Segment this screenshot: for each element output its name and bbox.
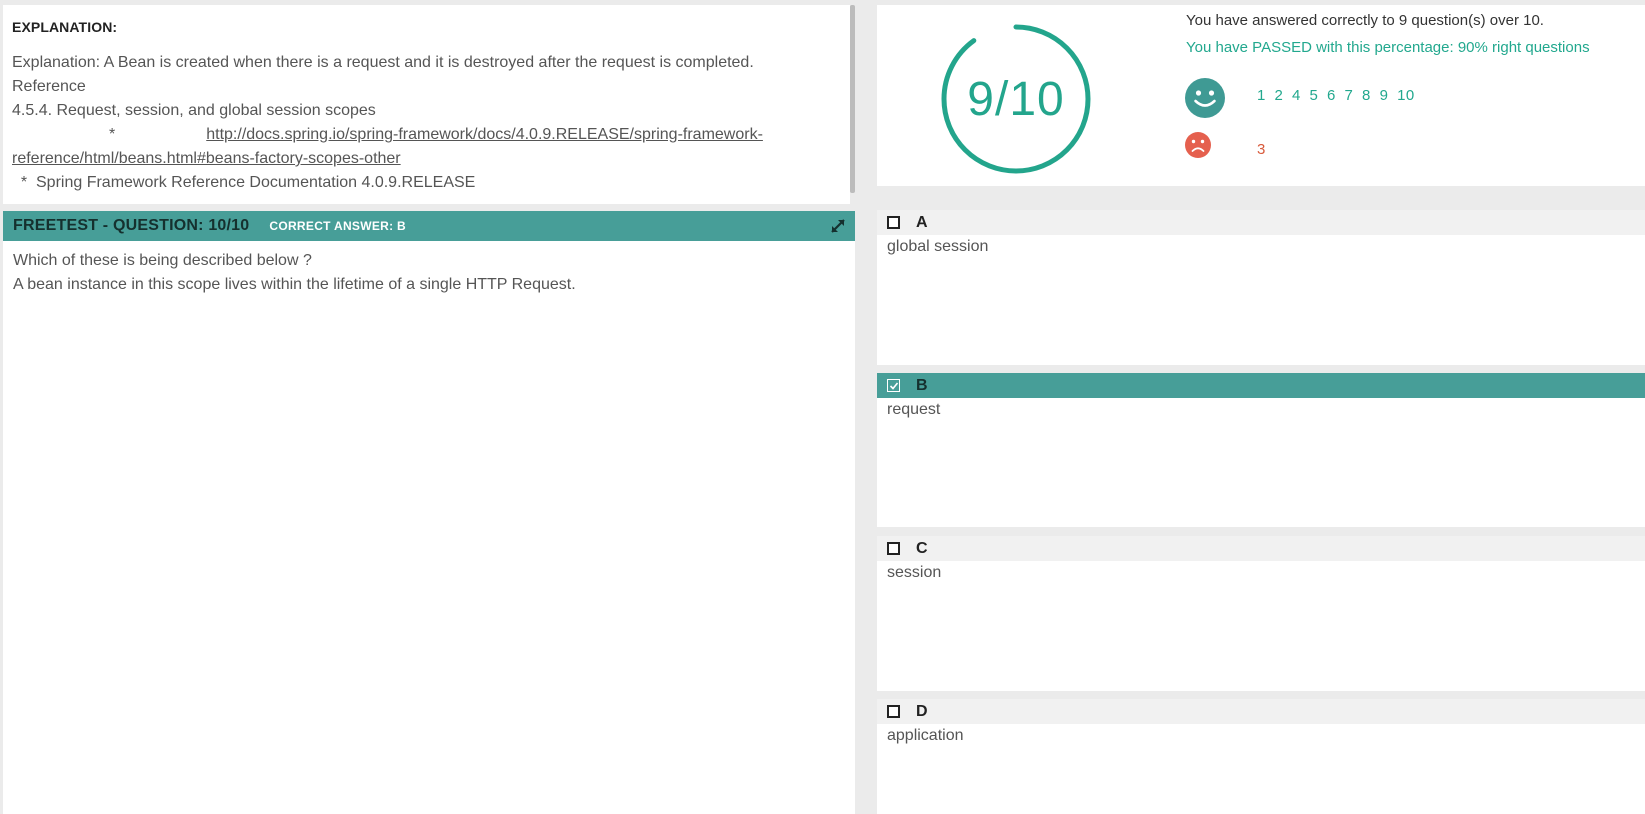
correct-answer-label: CORRECT ANSWER: B [269, 219, 407, 233]
score-fraction: 9/10 [967, 72, 1065, 126]
wrong-questions-list[interactable]: 3 [1257, 141, 1265, 158]
question-text: Which of these is being described below … [13, 252, 312, 269]
checkbox-icon[interactable] [887, 705, 900, 718]
bullet: * [109, 126, 116, 143]
correct-questions-list[interactable]: 1 2 4 5 6 7 8 9 10 [1257, 87, 1415, 104]
reference-link[interactable]: http://docs.spring.io/spring-framework/d… [206, 126, 763, 143]
answer-letter: D [916, 702, 928, 720]
reference-link-continued[interactable]: reference/html/beans.html#beans-factory-… [12, 150, 401, 167]
reference-doc-title: * Spring Framework Reference Documentati… [12, 174, 476, 191]
reference-link-line: * http://docs.spring.io/spring-framework/… [12, 123, 841, 147]
question-title: FREETEST - QUESTION: 10/10 [13, 217, 250, 234]
pass-status: You have PASSED with this percentage: 90… [1186, 39, 1590, 56]
explanation-scrollbar[interactable] [850, 5, 855, 193]
reference-label: Reference [12, 78, 86, 95]
answer-b-text[interactable]: request [877, 398, 1645, 527]
answer-a-header[interactable]: A [877, 210, 1645, 235]
explanation-heading: EXPLANATION: [12, 19, 118, 35]
checkbox-icon[interactable] [887, 542, 900, 555]
explanation-body: Explanation: A Bean is created when ther… [12, 51, 841, 195]
smiley-face-icon [1185, 78, 1225, 118]
explanation-text: Explanation: A Bean is created when ther… [12, 54, 754, 71]
answer-b-header[interactable]: B [877, 373, 1645, 398]
question-description: A bean instance in this scope lives with… [13, 276, 576, 293]
question-body: Which of these is being described below … [3, 241, 855, 814]
checkbox-checked-icon[interactable] [887, 379, 900, 392]
expand-arrows-icon[interactable] [829, 217, 847, 235]
score-summary: You have answered correctly to 9 questio… [1186, 12, 1544, 29]
answer-d-text[interactable]: application [877, 724, 1645, 814]
answer-c-text[interactable]: session [877, 561, 1645, 691]
score-panel: 9/10 You have answered correctly to 9 qu… [877, 5, 1645, 186]
reference-section: 4.5.4. Request, session, and global sess… [12, 102, 376, 119]
answer-a-text[interactable]: global session [877, 235, 1645, 365]
answer-d-header[interactable]: D [877, 699, 1645, 724]
question-header: FREETEST - QUESTION: 10/10 CORRECT ANSWE… [3, 211, 855, 241]
answer-letter: C [916, 539, 928, 557]
explanation-panel: EXPLANATION: Explanation: A Bean is crea… [3, 5, 850, 204]
sad-face-icon [1185, 132, 1211, 158]
answer-letter: A [916, 213, 928, 231]
checkbox-icon[interactable] [887, 216, 900, 229]
answer-c-header[interactable]: C [877, 536, 1645, 561]
answer-letter: B [916, 376, 928, 394]
